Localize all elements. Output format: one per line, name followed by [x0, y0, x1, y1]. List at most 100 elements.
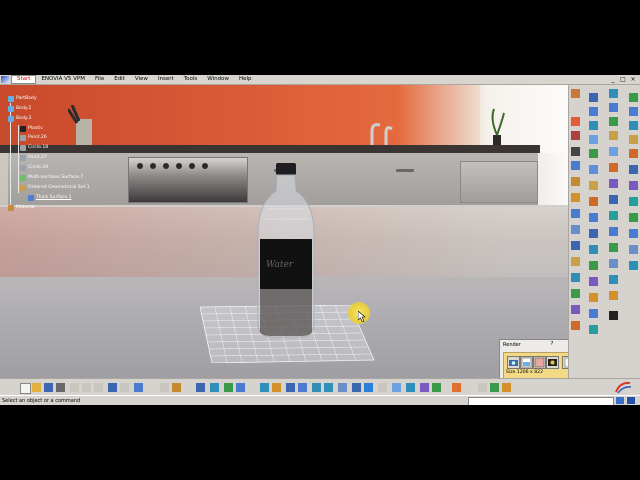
revolve-tool-icon [589, 213, 598, 222]
command-history-icon[interactable] [616, 397, 624, 404]
render-help-button[interactable]: ? [548, 341, 556, 347]
formula-icon [629, 121, 638, 130]
tree-item-plastic[interactable]: Plastic [20, 125, 43, 132]
render-style-icon[interactable] [420, 383, 429, 392]
copy-icon[interactable] [82, 383, 91, 392]
tree-item-ordered-geoset1[interactable]: Ordered Geometrical Set.1 [20, 184, 90, 191]
menu-enovia[interactable]: ENOVIA V5 VPM [36, 75, 90, 84]
apply-material-icon [609, 275, 618, 284]
whats-this-icon[interactable] [134, 383, 143, 392]
tree-item-thick-surface1[interactable]: Thick Surface.1 [28, 194, 72, 201]
shading-icon[interactable] [378, 383, 387, 392]
sweep-tool-icon [589, 277, 598, 286]
tree-item-circle18[interactable]: Circle.18 [20, 144, 48, 151]
menu-start[interactable]: Start [11, 75, 37, 84]
chamfer-icon [571, 273, 580, 282]
render-camera-icon[interactable] [546, 356, 559, 369]
knowledge-advisor-icon[interactable] [172, 383, 181, 392]
redo-icon[interactable] [120, 383, 129, 392]
swap-space-icon[interactable] [406, 383, 415, 392]
zoom-in-icon[interactable] [312, 383, 321, 392]
zoom-out-icon[interactable] [324, 383, 333, 392]
fly-mode-icon[interactable] [260, 383, 269, 392]
menu-help[interactable]: Help [234, 75, 257, 84]
svg-text:Water: Water [266, 260, 294, 270]
fit-all-icon[interactable] [272, 383, 281, 392]
tree-item-partbody[interactable]: PartBody [8, 95, 37, 102]
open-icon[interactable] [32, 383, 41, 392]
water-bottle-model[interactable]: Water [254, 163, 318, 338]
apply-material-bottom-icon[interactable] [452, 383, 461, 392]
menu-tools[interactable]: Tools [179, 75, 203, 84]
plane-tool-icon [589, 121, 598, 130]
extract-icon [609, 147, 618, 156]
menu-file[interactable]: File [90, 75, 109, 84]
thick-surface-icon [28, 194, 34, 201]
menu-insert[interactable]: Insert [153, 75, 179, 84]
pad-icon [571, 117, 580, 126]
close-button[interactable]: × [629, 76, 637, 83]
3d-viewport[interactable]: Water PartBody Body.2 Body.3 Plastic Poi… [0, 85, 568, 378]
hide-show-icon[interactable] [392, 383, 401, 392]
tree-item-multisections-surface7[interactable]: Multi-sections Surface.7 [20, 174, 83, 181]
blend-tool-icon [589, 309, 598, 318]
tree-item-point26[interactable]: Point.26 [20, 134, 47, 141]
catia-app-icon[interactable] [1, 76, 9, 83]
menu-edit[interactable]: Edit [109, 75, 130, 84]
scene-icon [609, 291, 618, 300]
menu-window[interactable]: Window [202, 75, 234, 84]
knife-block-image [68, 105, 92, 147]
tree-item-point27[interactable]: Point.27 [20, 154, 47, 161]
point-tool-icon [589, 93, 598, 102]
render-frame-icon[interactable] [533, 356, 546, 369]
table-icon[interactable] [196, 383, 205, 392]
new-icon[interactable] [20, 383, 31, 394]
shell-icon [571, 305, 580, 314]
restore-button[interactable]: □ [619, 76, 627, 83]
publication-icon[interactable] [224, 383, 233, 392]
rib-icon [571, 193, 580, 202]
multi-view-icon[interactable] [352, 383, 361, 392]
tree-item-body3[interactable]: Body.3 [8, 115, 31, 122]
formula-fx-icon[interactable] [160, 383, 169, 392]
rotate-icon[interactable] [298, 383, 307, 392]
render-image-icon[interactable] [520, 356, 533, 369]
minimize-button[interactable]: _ [609, 76, 617, 83]
pocket-icon [571, 131, 580, 140]
cylinder-tool-icon [589, 245, 598, 254]
parameter-icon [629, 149, 638, 158]
tree-item-circle19[interactable]: Circle.19 [20, 164, 48, 171]
undo-icon[interactable] [108, 383, 117, 392]
measure-bottom-icon[interactable] [490, 383, 499, 392]
tree-item-body2[interactable]: Body.2 [8, 105, 31, 112]
render-dialog-title: Render [503, 342, 521, 348]
cut-icon[interactable] [70, 383, 79, 392]
tree-item-material[interactable]: Material [8, 204, 35, 211]
groove-icon [571, 161, 580, 170]
curvature-icon [629, 229, 638, 238]
catia-logo-icon [615, 381, 632, 394]
paste-icon[interactable] [94, 383, 103, 392]
save-icon[interactable] [44, 383, 53, 392]
power-input-icon[interactable] [627, 397, 635, 404]
iso-view-icon[interactable] [364, 383, 373, 392]
right-toolbar [568, 85, 640, 378]
catalog-browser-icon[interactable] [210, 383, 219, 392]
pan-icon[interactable] [286, 383, 295, 392]
transform-icon [609, 163, 618, 172]
command-input[interactable] [468, 397, 614, 405]
point-icon [20, 154, 26, 161]
faucet-image [370, 123, 393, 147]
print-icon[interactable] [56, 383, 65, 392]
knowledge-icon [629, 181, 638, 190]
sensor-icon[interactable] [502, 383, 511, 392]
normal-view-icon[interactable] [338, 383, 347, 392]
properties-icon[interactable] [478, 383, 487, 392]
project-tool-icon [589, 135, 598, 144]
render-shoot-icon[interactable] [507, 356, 520, 369]
update-icon[interactable] [236, 383, 245, 392]
menu-view[interactable]: View [130, 75, 153, 84]
view-mode-icon[interactable] [432, 383, 441, 392]
draft-icon [571, 289, 580, 298]
body-icon [8, 105, 14, 112]
